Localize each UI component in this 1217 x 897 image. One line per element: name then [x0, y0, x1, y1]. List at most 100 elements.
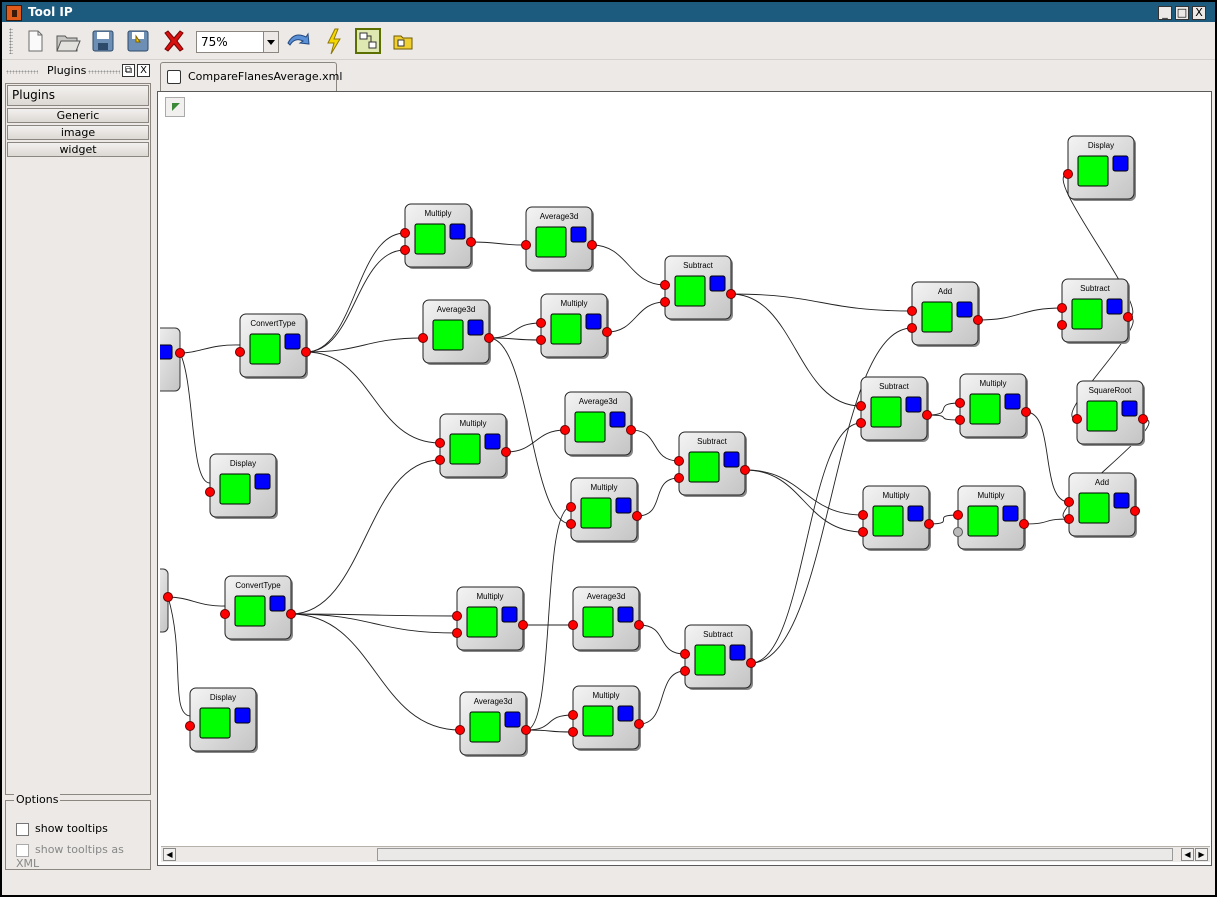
- output-port[interactable]: [1021, 407, 1031, 417]
- node-output-box[interactable]: [449, 433, 481, 465]
- zoom-select[interactable]: 75%: [196, 31, 279, 53]
- output-port[interactable]: [1019, 519, 1029, 529]
- input-port[interactable]: [452, 628, 462, 638]
- input-port[interactable]: [400, 245, 410, 255]
- node-param-box[interactable]: [585, 313, 602, 330]
- node-subtract[interactable]: Subtract: [1057, 278, 1133, 344]
- node-param-box[interactable]: [1106, 298, 1123, 315]
- node-multiply[interactable]: Multiply: [568, 685, 644, 751]
- node-output-box[interactable]: [550, 313, 582, 345]
- input-port[interactable]: [435, 455, 445, 465]
- node-output-box[interactable]: [872, 505, 904, 537]
- output-port[interactable]: [521, 725, 531, 735]
- plugin-category-image[interactable]: image: [7, 125, 149, 140]
- show-tooltips-xml-option[interactable]: show tooltips as XML: [16, 843, 150, 871]
- node-param-box[interactable]: [1002, 505, 1019, 522]
- node-subtract[interactable]: Subtract: [660, 255, 736, 321]
- node-multiply[interactable]: Multiply: [566, 477, 642, 543]
- input-port[interactable]: [568, 710, 578, 720]
- input-port[interactable]: [560, 425, 570, 435]
- node-output-box[interactable]: [234, 595, 266, 627]
- input-port[interactable]: [856, 418, 866, 428]
- node-converttype[interactable]: ConvertType: [235, 313, 311, 379]
- output-port[interactable]: [1138, 414, 1148, 424]
- node-output-box[interactable]: [249, 333, 281, 365]
- plugins-header[interactable]: Plugins: [7, 85, 149, 106]
- new-document-icon[interactable]: [21, 27, 49, 55]
- node-add[interactable]: Add: [907, 281, 983, 347]
- input-port[interactable]: [1064, 514, 1074, 524]
- output-port[interactable]: [726, 289, 736, 299]
- output-port[interactable]: [501, 447, 511, 457]
- dock-grip-left[interactable]: [6, 70, 38, 74]
- node-display[interactable]: Display: [205, 453, 279, 519]
- input-port[interactable]: [660, 280, 670, 290]
- node-param-box[interactable]: [467, 319, 484, 336]
- output-port[interactable]: [163, 592, 173, 602]
- node-display[interactable]: Display: [1063, 135, 1137, 201]
- node-output-box[interactable]: [582, 705, 614, 737]
- node-param-box[interactable]: [723, 451, 740, 468]
- input-port[interactable]: [205, 487, 215, 497]
- input-port[interactable]: [907, 306, 917, 316]
- input-port[interactable]: [907, 323, 917, 333]
- output-port[interactable]: [740, 465, 750, 475]
- input-port[interactable]: [1057, 320, 1067, 330]
- node-param-box[interactable]: [615, 497, 632, 514]
- load-plugins-icon[interactable]: [389, 27, 417, 55]
- output-port[interactable]: [634, 620, 644, 630]
- input-port[interactable]: [452, 611, 462, 621]
- input-port[interactable]: [1057, 303, 1067, 313]
- node-output-box[interactable]: [469, 711, 501, 743]
- node-subtract[interactable]: Subtract: [674, 431, 750, 497]
- node-param-box[interactable]: [160, 344, 173, 360]
- node-output-box[interactable]: [580, 497, 612, 529]
- node-output-box[interactable]: [688, 451, 720, 483]
- output-port[interactable]: [1130, 506, 1140, 516]
- toolbar-grip[interactable]: [9, 28, 13, 54]
- node-param-box[interactable]: [501, 606, 518, 623]
- node-param-box[interactable]: [617, 606, 634, 623]
- node-add[interactable]: Add: [1064, 472, 1140, 538]
- input-port[interactable]: [536, 335, 546, 345]
- output-port[interactable]: [922, 410, 932, 420]
- input-port[interactable]: [674, 456, 684, 466]
- node-squareroot[interactable]: SquareRoot: [1072, 380, 1148, 446]
- node-average3d[interactable]: Average3d: [455, 691, 531, 757]
- node-param-box[interactable]: [234, 707, 251, 724]
- output-port[interactable]: [626, 425, 636, 435]
- node-output-box[interactable]: [1077, 155, 1109, 187]
- plugin-category-widget[interactable]: widget: [7, 142, 149, 157]
- node-param-box[interactable]: [617, 705, 634, 722]
- node-output-box[interactable]: [219, 473, 251, 505]
- output-port[interactable]: [286, 609, 296, 619]
- node-converttype[interactable]: ConvertType: [220, 575, 296, 641]
- node-param-box[interactable]: [1113, 492, 1130, 509]
- node-subtract[interactable]: Subtract: [856, 376, 932, 442]
- output-port[interactable]: [1123, 312, 1133, 322]
- input-port[interactable]: [435, 438, 445, 448]
- input-port[interactable]: [858, 527, 868, 537]
- delete-icon[interactable]: [160, 27, 188, 55]
- graph-mode-icon[interactable]: [354, 27, 382, 55]
- node-output-box[interactable]: [414, 223, 446, 255]
- show-tooltips-checkbox[interactable]: [16, 822, 29, 836]
- show-tooltips-xml-checkbox[interactable]: [16, 843, 29, 857]
- input-port[interactable]: [566, 519, 576, 529]
- input-port[interactable]: [1063, 169, 1073, 179]
- node-param-box[interactable]: [284, 333, 301, 350]
- graph-svg[interactable]: ConvertType Display ConvertType Display Mult…: [160, 94, 1209, 846]
- input-port[interactable]: [856, 401, 866, 411]
- input-port[interactable]: [568, 620, 578, 630]
- scroll-thumb[interactable]: [377, 848, 1173, 861]
- node-output-box[interactable]: [199, 707, 231, 739]
- graph-canvas[interactable]: ConvertType Display ConvertType Display Mult…: [157, 91, 1212, 866]
- input-port[interactable]: [566, 502, 576, 512]
- lightning-icon[interactable]: [320, 27, 348, 55]
- node-param-box[interactable]: [449, 223, 466, 240]
- node-param-box[interactable]: [709, 275, 726, 292]
- node-average3d[interactable]: Average3d: [521, 206, 597, 272]
- dock-grip-right[interactable]: [88, 70, 120, 74]
- horizontal-scrollbar[interactable]: ◀ ◀ ▶: [161, 846, 1210, 862]
- node-param-box[interactable]: [1121, 400, 1138, 417]
